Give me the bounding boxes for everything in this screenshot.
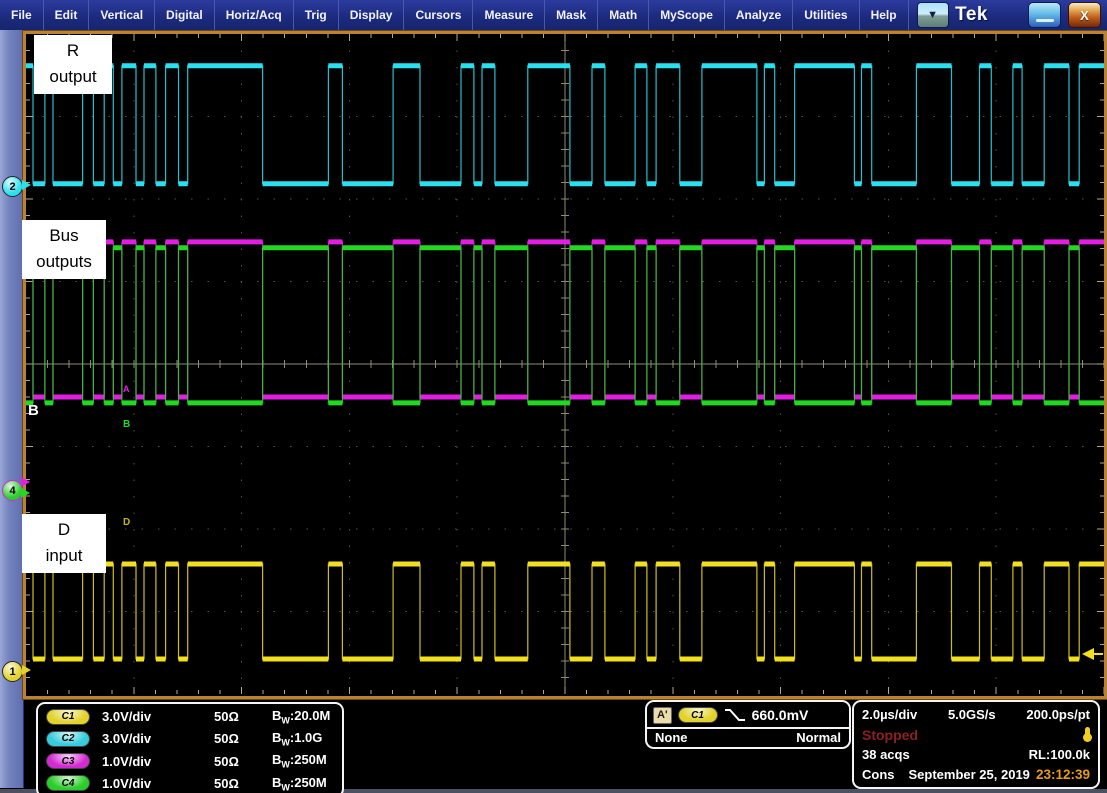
menu-bar: File Edit Vertical Digital Horiz/Acq Tri…	[0, 0, 1107, 30]
c1-bandwidth: BW:20.0M	[272, 708, 342, 726]
waveform-canvas	[26, 34, 1104, 694]
c4-termination: 50Ω	[214, 776, 272, 791]
channel-2-marker-arrow-icon	[22, 180, 31, 190]
menu-item-display[interactable]: Display	[339, 0, 405, 30]
acquisition-count: 38 acqs	[862, 747, 910, 762]
menu-item-analyze[interactable]: Analyze	[725, 0, 793, 30]
close-icon: X	[1080, 8, 1089, 23]
menu-item-math[interactable]: Math	[598, 0, 649, 30]
acquisition-mode: Cons	[862, 767, 895, 782]
channel-row-c2: C2 3.0V/div 50Ω BW:1.0G	[46, 729, 342, 748]
minimize-button[interactable]	[1028, 2, 1061, 28]
minimize-icon	[1036, 19, 1054, 22]
channel-2-marker[interactable]: 2	[2, 176, 23, 197]
waveform-display: R output Bus outputs D input B A B D	[23, 31, 1107, 699]
thermometer-icon	[1085, 727, 1090, 742]
channel-3-marker-arrow-icon	[21, 477, 30, 487]
menu-item-mask[interactable]: Mask	[545, 0, 598, 30]
menu-item-horiz-acq[interactable]: Horiz/Acq	[215, 0, 294, 30]
menu-item-trig[interactable]: Trig	[294, 0, 339, 30]
menu-item-vertical[interactable]: Vertical	[89, 0, 155, 30]
close-button[interactable]: X	[1068, 2, 1101, 28]
acquisition-count-row: 38 acqs RL:100.0k	[862, 745, 1090, 764]
channel-badge-c4[interactable]: C4	[46, 775, 90, 791]
c2-termination: 50Ω	[214, 731, 272, 746]
trigger-level-value: 660.0mV	[752, 707, 809, 723]
timebase-row: 2.0µs/div 5.0GS/s 200.0ps/pt	[862, 705, 1090, 724]
channel-4-marker[interactable]: 4	[2, 480, 23, 501]
channel-badge-c1[interactable]: C1	[46, 709, 90, 725]
datetime-row: Cons September 25, 2019 23:12:39	[862, 765, 1090, 784]
oscilloscope-screen: File Edit Vertical Digital Horiz/Acq Tri…	[0, 0, 1107, 793]
c1-termination: 50Ω	[214, 709, 272, 724]
record-length: RL:100.0k	[1029, 747, 1090, 762]
trigger-system-badge: A'	[653, 707, 672, 724]
tek-logo: Tek	[955, 4, 988, 26]
channel-row-c4: C4 1.0V/div 50Ω BW:250M	[46, 774, 342, 793]
channel-row-c3: C3 1.0V/div 50Ω BW:250M	[46, 752, 342, 771]
c3-scale: 1.0V/div	[102, 754, 214, 769]
c1-scale: 3.0V/div	[102, 709, 214, 724]
menu-item-help[interactable]: Help	[860, 0, 909, 30]
channel-1-marker-arrow-icon	[22, 665, 31, 675]
date-text: September 25, 2019	[909, 767, 1030, 782]
trigger-row-settings: A' C1 660.0mV	[647, 702, 849, 727]
horizontal-acquisition-panel: 2.0µs/div 5.0GS/s 200.0ps/pt Stopped 38 …	[852, 700, 1100, 789]
c4-bandwidth: BW:250M	[272, 775, 342, 793]
sample-resolution: 200.0ps/pt	[1026, 707, 1090, 722]
channel-readout-panel: C1 3.0V/div 50Ω BW:20.0M C2 3.0V/div 50Ω…	[36, 702, 344, 793]
channel-badge-c3[interactable]: C3	[46, 753, 90, 769]
falling-edge-icon	[724, 707, 746, 723]
trigger-row-mode: None Normal	[647, 727, 849, 748]
menu-item-file[interactable]: File	[0, 0, 44, 30]
c2-bandwidth: BW:1.0G	[272, 730, 342, 748]
menu-item-cursors[interactable]: Cursors	[404, 0, 473, 30]
c3-bandwidth: BW:250M	[272, 752, 342, 770]
acquisition-state: Stopped	[862, 727, 918, 743]
menu-item-digital[interactable]: Digital	[155, 0, 215, 30]
trigger-readout-panel[interactable]: A' C1 660.0mV None Normal	[645, 700, 851, 749]
menu-item-edit[interactable]: Edit	[44, 0, 90, 30]
chevron-down-icon: ▼	[927, 10, 938, 21]
channel-row-c1: C1 3.0V/div 50Ω BW:20.0M	[46, 707, 342, 726]
acquisition-state-row: Stopped	[862, 725, 1090, 744]
menu-item-measure[interactable]: Measure	[473, 0, 545, 30]
channel-4-marker-arrow-icon	[21, 488, 30, 498]
trigger-source-badge: C1	[678, 707, 718, 723]
trigger-level-arrow[interactable]	[1082, 648, 1094, 660]
channel-1-marker[interactable]: 1	[2, 661, 23, 682]
trigger-mode: None	[655, 730, 688, 747]
menu-item-utilities[interactable]: Utilities	[793, 0, 859, 30]
c3-termination: 50Ω	[214, 754, 272, 769]
sample-rate: 5.0GS/s	[948, 707, 996, 722]
timebase-scale: 2.0µs/div	[862, 707, 917, 722]
trigger-level-arrow-tail	[1094, 653, 1103, 655]
time-text: 23:12:39	[1036, 767, 1090, 782]
trigger-type: Normal	[796, 730, 841, 747]
c4-scale: 1.0V/div	[102, 776, 214, 791]
channel-badge-c2[interactable]: C2	[46, 731, 90, 747]
menu-item-myscope[interactable]: MyScope	[649, 0, 725, 30]
c2-scale: 3.0V/div	[102, 731, 214, 746]
waveform-dropdown-button[interactable]: ▼	[917, 2, 949, 28]
